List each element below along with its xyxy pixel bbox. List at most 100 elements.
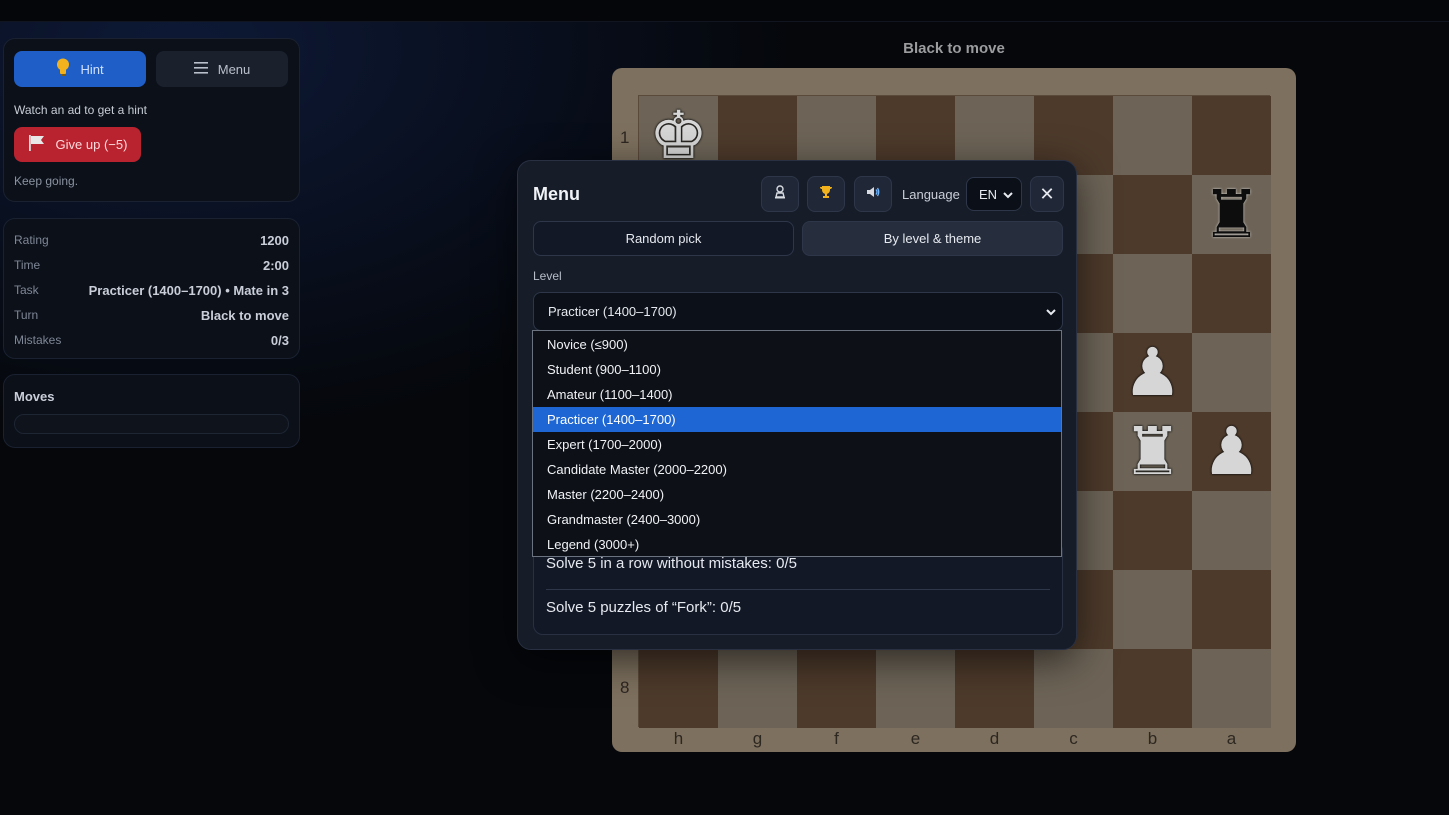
board-square[interactable]: ♜ — [1192, 175, 1271, 254]
board-square[interactable]: ♟ — [1192, 412, 1271, 491]
top-bar — [0, 0, 1449, 22]
board-square[interactable] — [1113, 254, 1192, 333]
file-label: f — [834, 729, 839, 748]
board-square[interactable] — [639, 649, 718, 728]
level-dropdown-list: Novice (≤900) Student (900–1100) Amateur… — [532, 330, 1062, 557]
board-square[interactable] — [1113, 570, 1192, 649]
hamburger-icon — [193, 61, 208, 78]
stat-turn: Turn Black to move — [14, 308, 289, 323]
language-value: EN — [979, 186, 998, 202]
stat-mistakes: Mistakes 0/3 — [14, 333, 289, 348]
level-option[interactable]: Amateur (1100–1400) — [533, 382, 1061, 407]
board-square[interactable] — [797, 649, 876, 728]
level-option[interactable]: Expert (1700–2000) — [533, 432, 1061, 457]
board-square[interactable] — [1192, 96, 1271, 175]
divider — [546, 589, 1050, 590]
board-square[interactable] — [1192, 491, 1271, 570]
trophy-button[interactable] — [807, 176, 845, 212]
menu-title: Menu — [533, 184, 580, 204]
level-option[interactable]: Novice (≤900) — [533, 332, 1061, 357]
level-option[interactable]: Student (900–1100) — [533, 357, 1061, 382]
rank-label: 1 — [620, 128, 630, 147]
actions-panel: Hint Menu Watch an ad to get a hint Give… — [3, 38, 300, 202]
chevron-down-icon — [1046, 304, 1056, 319]
board-square[interactable] — [1192, 649, 1271, 728]
board-square[interactable] — [1113, 491, 1192, 570]
stat-value: Black to move — [200, 308, 289, 323]
moves-panel: Moves — [3, 374, 300, 448]
level-option[interactable]: Legend (3000+) — [533, 532, 1061, 557]
file-label: a — [1226, 729, 1237, 748]
goal-item: Solve 5 in a row without mistakes: 0/5 — [546, 555, 797, 572]
level-option[interactable]: Grandmaster (2400–3000) — [533, 507, 1061, 532]
white-king-piece[interactable]: ♚ — [649, 102, 708, 169]
file-label: c — [1069, 729, 1078, 748]
board-square[interactable] — [1113, 649, 1192, 728]
turn-label: Black to move — [903, 40, 1005, 57]
by-level-theme-button[interactable]: By level & theme — [802, 221, 1063, 256]
flag-icon — [28, 134, 46, 155]
stat-value: 2:00 — [262, 258, 289, 273]
stat-task: Task Practicer (1400–1700) • Mate in 3 — [14, 283, 289, 298]
chevron-down-icon — [1003, 187, 1013, 202]
language-label: Language — [902, 187, 960, 202]
level-select[interactable]: Practicer (1400–1700) — [533, 292, 1063, 331]
file-label: b — [1147, 729, 1158, 748]
board-square[interactable] — [1192, 333, 1271, 412]
board-square[interactable]: ♜ — [1113, 412, 1192, 491]
close-button[interactable]: ✕ — [1030, 176, 1064, 212]
stats-panel: Rating 1200 Time 2:00 Task Practicer (14… — [3, 218, 300, 359]
pawn-icon — [773, 185, 787, 203]
stat-label: Time — [14, 258, 41, 272]
level-option[interactable]: Candidate Master (2000–2200) — [533, 457, 1061, 482]
menu-label: Menu — [217, 61, 251, 77]
moves-title: Moves — [14, 389, 55, 404]
stat-time: Time 2:00 — [14, 258, 289, 273]
stat-value: Practicer (1400–1700) • Mate in 3 — [88, 283, 289, 298]
file-label: g — [752, 729, 763, 748]
stat-label: Turn — [14, 308, 39, 322]
level-label: Level — [533, 269, 562, 283]
level-option[interactable]: Master (2200–2400) — [533, 482, 1061, 507]
stat-value: 1200 — [260, 233, 289, 248]
lightbulb-icon — [56, 58, 70, 80]
profile-button[interactable] — [761, 176, 799, 212]
language-select[interactable]: EN — [966, 177, 1022, 211]
menu-button[interactable]: Menu — [156, 51, 288, 87]
rank-label: 8 — [620, 678, 630, 697]
board-square[interactable] — [1192, 254, 1271, 333]
board-square[interactable] — [1113, 175, 1192, 254]
board-square[interactable] — [1192, 570, 1271, 649]
trophy-icon — [819, 185, 833, 203]
board-square[interactable] — [718, 649, 797, 728]
stat-value: 0/3 — [270, 333, 289, 348]
white-pawn-piece[interactable]: ♟ — [1202, 418, 1261, 485]
give-up-label: Give up (−5) — [55, 137, 128, 152]
hint-label: Hint — [80, 61, 104, 77]
file-label: e — [910, 729, 921, 748]
random-pick-button[interactable]: Random pick — [533, 221, 794, 256]
stat-label: Rating — [14, 233, 49, 247]
moves-list[interactable] — [14, 414, 289, 434]
level-select-value: Practicer (1400–1700) — [548, 304, 677, 319]
white-pawn-piece[interactable]: ♟ — [1123, 339, 1182, 406]
stat-label: Mistakes — [14, 333, 62, 347]
sound-button[interactable] — [854, 176, 892, 212]
board-square[interactable]: ♟ — [1113, 333, 1192, 412]
status-note: Keep going. — [14, 174, 79, 188]
board-square[interactable] — [1034, 649, 1113, 728]
hint-note: Watch an ad to get a hint — [14, 103, 147, 117]
board-square[interactable] — [876, 649, 955, 728]
level-option-selected[interactable]: Practicer (1400–1700) — [533, 407, 1061, 432]
stat-label: Task — [14, 283, 39, 297]
goal-item: Solve 5 puzzles of “Fork”: 0/5 — [546, 599, 742, 616]
board-square[interactable] — [1113, 96, 1192, 175]
black-rook-piece[interactable]: ♜ — [1202, 181, 1261, 248]
give-up-button[interactable]: Give up (−5) — [14, 127, 141, 162]
file-label: d — [989, 729, 1000, 748]
stat-rating: Rating 1200 — [14, 233, 289, 248]
close-icon: ✕ — [1039, 183, 1055, 204]
white-rook-piece[interactable]: ♜ — [1123, 418, 1182, 485]
hint-button[interactable]: Hint — [14, 51, 146, 87]
board-square[interactable] — [955, 649, 1034, 728]
